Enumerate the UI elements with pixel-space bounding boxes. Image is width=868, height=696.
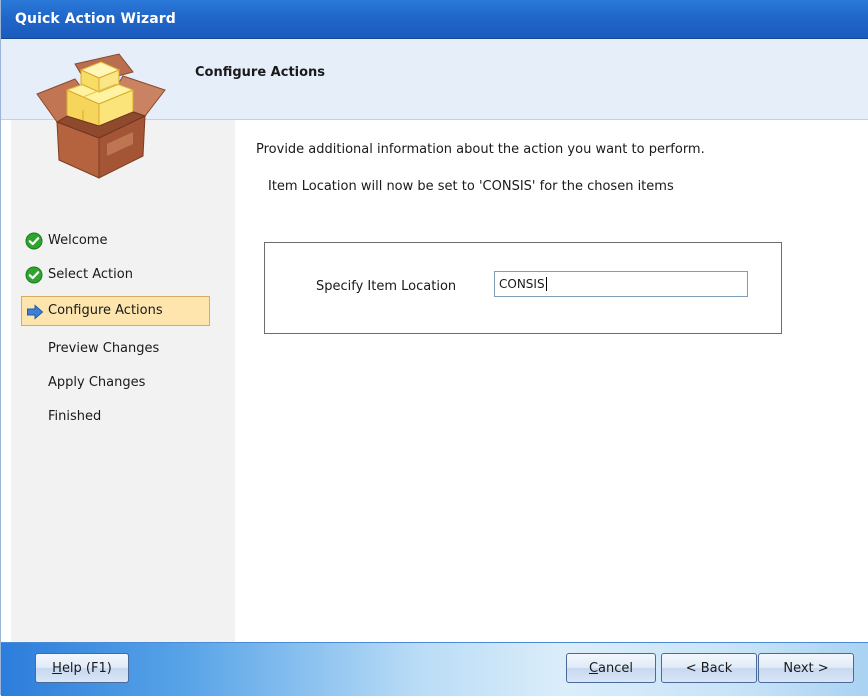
step-label: Welcome <box>48 233 108 248</box>
back-label: < Back <box>685 660 733 676</box>
help-button[interactable]: Help (F1) <box>35 653 129 683</box>
item-location-value: CONSIS <box>499 277 545 291</box>
step-label: Finished <box>48 409 102 424</box>
step-label: Select Action <box>48 267 133 282</box>
title-bar[interactable]: Quick Action Wizard <box>1 0 868 39</box>
check-circle-icon <box>25 232 43 250</box>
step-label: Configure Actions <box>48 303 163 318</box>
cancel-mnemonic: C <box>588 660 599 676</box>
footer-bar: Help (F1) Cancel < Back Next > <box>1 642 868 696</box>
cancel-label: ancel <box>598 660 634 676</box>
help-label: elp (F1) <box>61 660 112 676</box>
wizard-window: Quick Action Wizard Configure Actions We… <box>0 0 868 696</box>
arrow-right-icon <box>27 304 44 320</box>
step-label: Apply Changes <box>48 375 146 390</box>
main-content: Provide additional information about the… <box>235 120 868 642</box>
left-edge-strip <box>1 120 11 642</box>
cancel-button[interactable]: Cancel <box>566 653 656 683</box>
back-button[interactable]: < Back <box>661 653 757 683</box>
text-caret <box>545 277 547 291</box>
page-heading: Configure Actions <box>195 65 326 80</box>
next-label: Next > <box>783 660 829 676</box>
location-group-box: Specify Item Location CONSIS <box>264 242 782 334</box>
step-select-action: Select Action <box>11 264 235 286</box>
window-title: Quick Action Wizard <box>15 11 176 27</box>
step-preview-changes: Preview Changes <box>11 338 235 360</box>
intro-text: Provide additional information about the… <box>256 142 705 157</box>
info-text: Item Location will now be set to 'CONSIS… <box>268 179 674 194</box>
help-mnemonic: H <box>52 660 62 676</box>
step-label: Preview Changes <box>48 341 160 356</box>
check-circle-icon <box>25 266 43 284</box>
step-welcome: Welcome <box>11 230 235 252</box>
steps-sidebar: Welcome Select Action Configure Actions … <box>11 120 235 642</box>
step-apply-changes: Apply Changes <box>11 372 235 394</box>
item-location-label: Specify Item Location <box>316 279 457 294</box>
next-button[interactable]: Next > <box>758 653 854 683</box>
step-configure-actions: Configure Actions <box>21 296 210 326</box>
item-location-input[interactable]: CONSIS <box>494 271 748 297</box>
step-finished: Finished <box>11 406 235 428</box>
package-box-icon <box>36 53 166 179</box>
